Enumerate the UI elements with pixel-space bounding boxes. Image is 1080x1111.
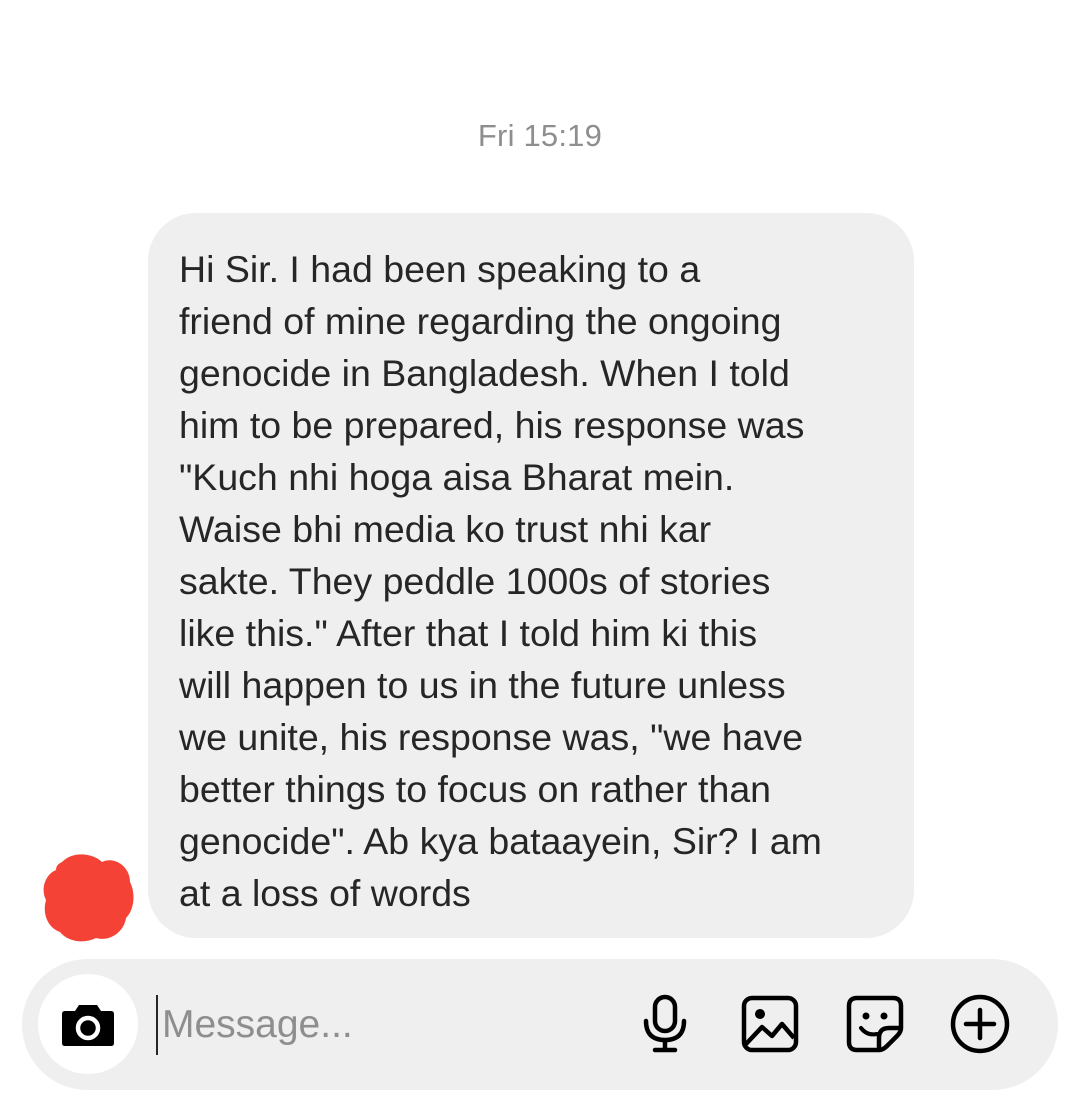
- message-composer: [22, 959, 1058, 1090]
- redacted-avatar[interactable]: [40, 848, 136, 944]
- sticker-icon: [846, 995, 904, 1053]
- sticker-button[interactable]: [840, 989, 910, 1059]
- microphone-button[interactable]: [630, 989, 700, 1059]
- camera-icon: [62, 1005, 114, 1046]
- gallery-icon: [741, 995, 799, 1053]
- more-options-button[interactable]: [945, 989, 1015, 1059]
- camera-button[interactable]: [38, 974, 138, 1074]
- message-timestamp: Fri 15:19: [477, 118, 603, 153]
- message-bubble[interactable]: Hi Sir. I had been speaking to a friend …: [148, 213, 914, 938]
- microphone-icon: [643, 994, 687, 1053]
- message-input[interactable]: [156, 995, 602, 1055]
- plus-circle-icon: [950, 994, 1010, 1054]
- dm-thread-screen: Fri 15:19 Hi Sir. I had been speaking to…: [0, 0, 1080, 1111]
- avatar-redaction-scribble: [43, 854, 134, 942]
- message-text: Hi Sir. I had been speaking to a friend …: [179, 248, 822, 914]
- gallery-button[interactable]: [735, 989, 805, 1059]
